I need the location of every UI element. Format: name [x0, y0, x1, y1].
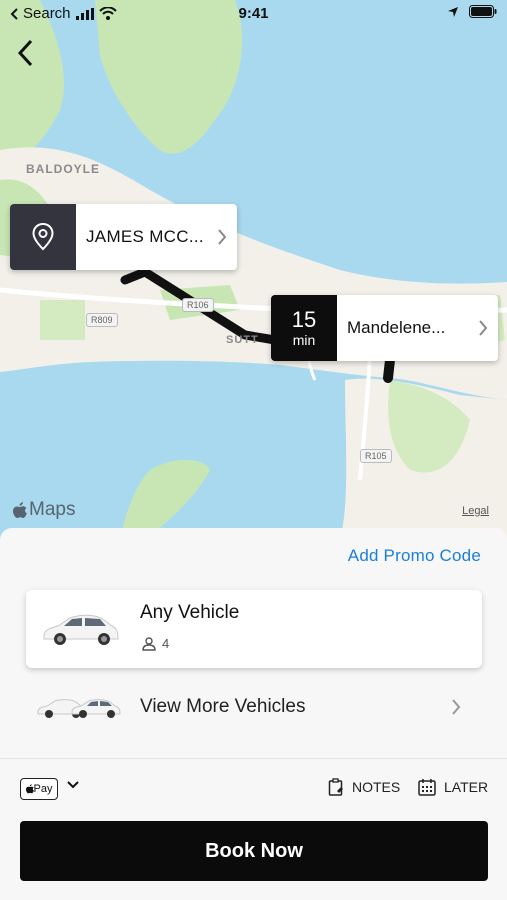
payment-method-button[interactable]: Pay — [20, 778, 58, 800]
notes-icon — [328, 778, 343, 796]
notes-label: NOTES — [352, 779, 401, 795]
status-bar: Search 9:41 — [0, 0, 507, 28]
chevron-right-icon — [479, 320, 488, 336]
pickup-badge — [10, 204, 76, 270]
legal-link[interactable]: Legal — [462, 505, 489, 517]
pickup-address: JAMES MCC... — [86, 227, 204, 246]
road-badge: R105 — [360, 449, 392, 463]
vehicle-name: Any Vehicle — [140, 602, 240, 623]
add-promo-code-link[interactable]: Add Promo Code — [348, 546, 481, 566]
later-button[interactable]: LATER — [418, 778, 488, 796]
chevron-left-icon — [17, 39, 33, 67]
cars-icon — [37, 699, 121, 718]
eta-value: 15 — [291, 307, 317, 332]
map-terrain — [0, 0, 507, 540]
seat-count: 4 — [162, 636, 170, 651]
map-view[interactable]: Search 9:41 BALDOYLE R106 R809 R105 SUTT… — [0, 0, 507, 540]
view-more-vehicles-row[interactable]: View More Vehicles — [0, 680, 507, 736]
apple-logo-icon — [13, 501, 27, 518]
map-partial-label: SUTT — [226, 334, 259, 346]
road-badge: R106 — [182, 298, 214, 312]
chevron-right-icon — [218, 229, 227, 245]
map-place-label: BALDOYLE — [26, 162, 100, 176]
pickup-callout[interactable]: JAMES MCC... — [10, 204, 237, 270]
booking-sheet: Add Promo Code Any Vehicle 4 View More V… — [0, 528, 507, 900]
calendar-icon — [418, 779, 436, 796]
maps-attribution: Maps — [13, 499, 75, 521]
road-badge: R809 — [86, 313, 118, 327]
notes-button[interactable]: NOTES — [328, 778, 400, 796]
person-icon — [142, 636, 156, 651]
dropoff-callout[interactable]: 15 min Mandelene... — [271, 295, 498, 361]
chevron-down-icon[interactable] — [66, 780, 80, 790]
later-label: LATER — [444, 779, 489, 795]
location-pin-icon — [32, 223, 54, 251]
back-button[interactable] — [10, 36, 40, 70]
eta-unit: min — [292, 332, 316, 348]
status-time: 9:41 — [238, 5, 269, 22]
dropoff-address: Mandelene... — [347, 318, 446, 337]
eta-badge: 15 min — [271, 295, 337, 361]
selected-vehicle-card[interactable]: Any Vehicle 4 — [26, 590, 482, 668]
car-icon — [43, 614, 119, 645]
view-more-vehicles-label: View More Vehicles — [140, 696, 306, 717]
book-now-button[interactable]: Book Now — [20, 821, 488, 881]
battery-icon — [469, 5, 497, 18]
options-row: Pay NOTES LATER — [0, 774, 507, 806]
maps-label: Maps — [29, 499, 76, 520]
divider — [0, 758, 507, 759]
location-arrow-icon — [448, 6, 458, 17]
payment-method-label: Pay — [33, 783, 53, 795]
chevron-right-icon — [452, 699, 461, 715]
apple-logo-icon — [25, 784, 34, 794]
vehicle-seats: 4 — [142, 636, 169, 651]
